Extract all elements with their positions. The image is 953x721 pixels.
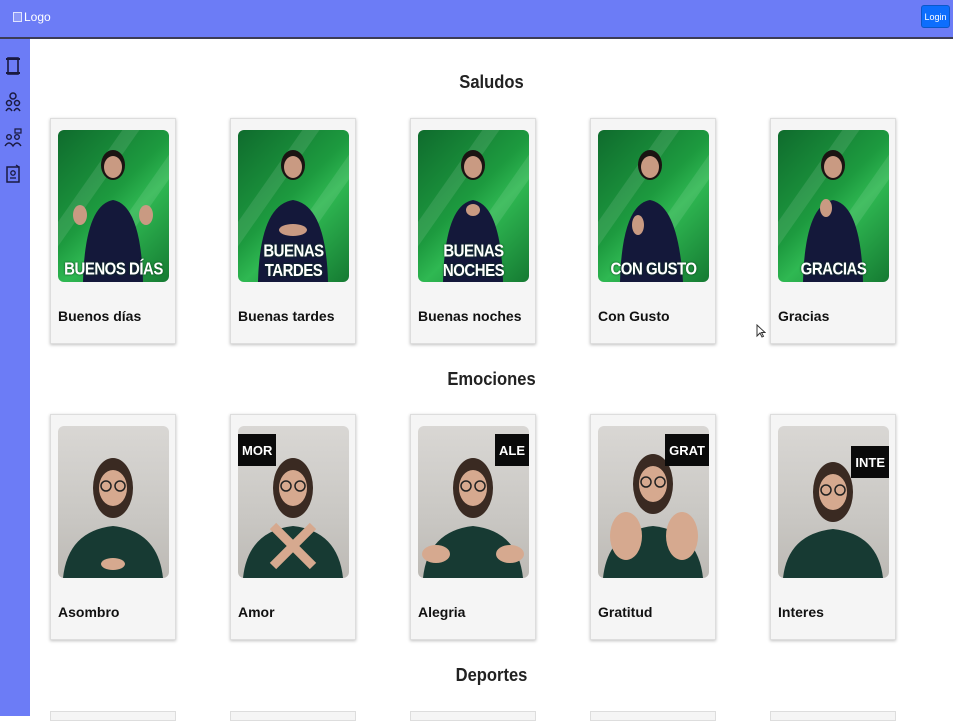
sign-overlay-label: BUENAS TARDES (263, 241, 324, 281)
sign-card-title: Buenas tardes (238, 308, 335, 324)
sign-card[interactable]: Asombro (50, 414, 176, 640)
sign-overlay-label: GRACIAS (800, 259, 867, 280)
sign-card-title: Gracias (778, 308, 830, 324)
people-icon[interactable] (4, 91, 22, 113)
sign-card[interactable] (410, 711, 536, 721)
sign-card[interactable]: GRACIAS Gracias (770, 118, 896, 344)
sign-card-title: Asombro (58, 604, 120, 620)
sign-card[interactable] (590, 711, 716, 721)
logo-alt-text: Logo (24, 10, 51, 24)
sign-video-thumbnail: BUENOS DÍAS (58, 130, 169, 282)
sign-card[interactable]: BUENOS DÍAS Buenos días (50, 118, 176, 344)
sign-word-tag: GRAT (665, 434, 709, 466)
sign-video-thumbnail: ALE (418, 426, 529, 578)
sign-card[interactable]: ALE Alegria (410, 414, 536, 640)
sign-word-tag: MOR (238, 434, 277, 466)
sign-video-thumbnail: MOR (238, 426, 349, 578)
sign-card[interactable]: BUENAS TARDES Buenas tardes (230, 118, 356, 344)
sign-card-title: Alegria (418, 604, 466, 620)
id-card-icon[interactable] (4, 163, 22, 185)
sign-card[interactable]: GRAT Gratitud (590, 414, 716, 640)
mouse-cursor-icon (756, 324, 766, 338)
sign-card-title: Buenos días (58, 308, 142, 324)
sign-video-thumbnail: CON GUSTO (598, 130, 709, 282)
sign-overlay-label: BUENOS DÍAS (64, 259, 163, 280)
sign-card[interactable]: INTE Interes (770, 414, 896, 640)
section-title-emociones: Emociones (447, 369, 536, 389)
sign-card-title: Amor (238, 604, 275, 620)
sign-overlay-label: CON GUSTO (610, 259, 697, 280)
sign-card-title: Con Gusto (598, 308, 670, 324)
sidebar (0, 39, 30, 716)
login-button[interactable]: Login (921, 5, 950, 28)
logo[interactable]: Logo (13, 10, 51, 24)
people-chat-icon[interactable] (4, 127, 22, 149)
scroll-icon[interactable] (4, 55, 22, 77)
section-title-saludos: Saludos (459, 72, 524, 92)
sign-video-thumbnail: BUENAS TARDES (238, 130, 349, 282)
sign-video-thumbnail: BUENAS NOCHES (418, 130, 529, 282)
sign-word-tag: ALE (495, 434, 529, 466)
sign-video-thumbnail: GRACIAS (778, 130, 889, 282)
sign-card[interactable] (50, 711, 176, 721)
sign-video-thumbnail (58, 426, 169, 578)
sign-overlay-label: BUENAS NOCHES (442, 241, 505, 281)
sign-video-thumbnail: INTE (778, 426, 889, 578)
sign-card[interactable]: CON GUSTO Con Gusto (590, 118, 716, 344)
sign-card-title: Interes (778, 604, 824, 620)
top-navbar: Logo Login (0, 0, 953, 39)
sign-word-tag: INTE (851, 446, 889, 478)
sign-card[interactable] (770, 711, 896, 721)
sign-card-title: Buenas noches (418, 308, 522, 324)
sign-card-title: Gratitud (598, 604, 653, 620)
section-title-deportes: Deportes (455, 665, 528, 685)
sign-card[interactable]: MOR Amor (230, 414, 356, 640)
sign-card[interactable] (230, 711, 356, 721)
broken-image-icon (13, 12, 22, 22)
sign-video-thumbnail: GRAT (598, 426, 709, 578)
sign-card[interactable]: BUENAS NOCHES Buenas noches (410, 118, 536, 344)
